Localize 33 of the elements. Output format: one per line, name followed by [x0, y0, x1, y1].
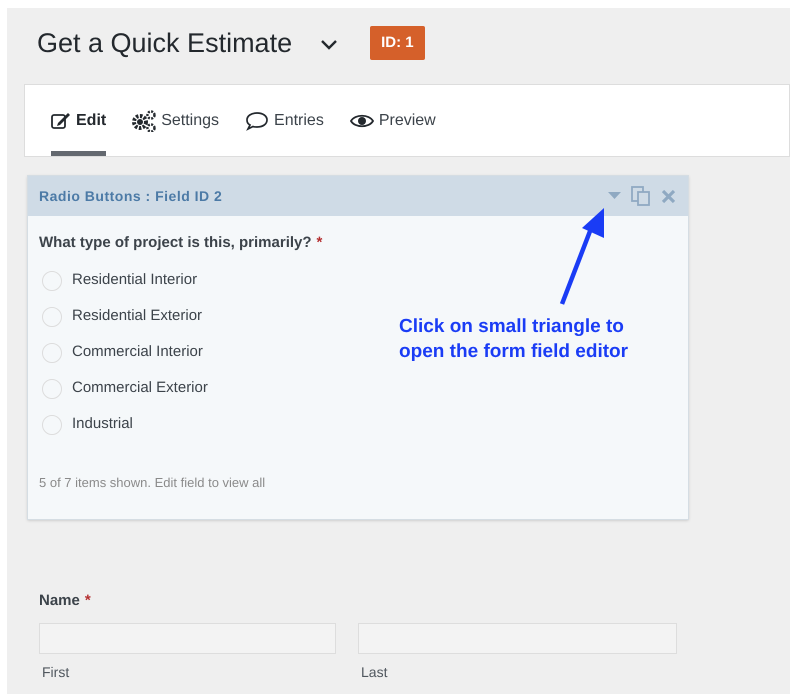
name-label: Name — [39, 591, 80, 611]
option-label: Residential Exterior — [72, 306, 202, 326]
question-label: What type of project is this, primarily? — [39, 233, 312, 253]
tab[interactable]: Entries — [245, 108, 324, 156]
radio-button[interactable] — [42, 378, 62, 398]
option-label: Residential Interior — [72, 270, 198, 290]
edit-icon — [51, 112, 71, 130]
option-label: Commercial Interior — [72, 342, 203, 362]
radio-button[interactable] — [42, 270, 62, 290]
triangle-icon[interactable] — [608, 192, 621, 200]
field-header-text: Radio Buttons : Field ID 2 — [39, 186, 222, 206]
chevron-down-icon[interactable] — [320, 39, 338, 51]
radio-button[interactable] — [42, 414, 62, 434]
sublabel: First — [42, 662, 70, 682]
tab[interactable]: Edit — [51, 108, 106, 156]
form-title: Get a Quick Estimate — [37, 26, 292, 60]
id-badge: ID: 1 — [370, 26, 425, 60]
gears-icon — [132, 110, 156, 132]
speech-bubble-icon — [245, 110, 270, 130]
copy-icon[interactable] — [630, 185, 652, 207]
option-label: Industrial — [72, 414, 133, 434]
required-mark: * — [84, 591, 91, 611]
eye-icon — [350, 112, 374, 128]
sublabel: Last — [361, 662, 388, 682]
option-label: Commercial Exterior — [72, 378, 208, 398]
items-note: 5 of 7 items shown. Edit field to view all — [39, 474, 266, 492]
required-mark: * — [316, 233, 322, 253]
annotation-text: Click on small triangle to open the form field editor — [399, 315, 628, 364]
tab[interactable]: Settings — [132, 108, 220, 156]
close-icon[interactable] — [661, 188, 676, 204]
radio-button[interactable] — [42, 342, 62, 362]
radio-button[interactable] — [42, 306, 62, 326]
tab[interactable]: Preview — [350, 108, 436, 156]
